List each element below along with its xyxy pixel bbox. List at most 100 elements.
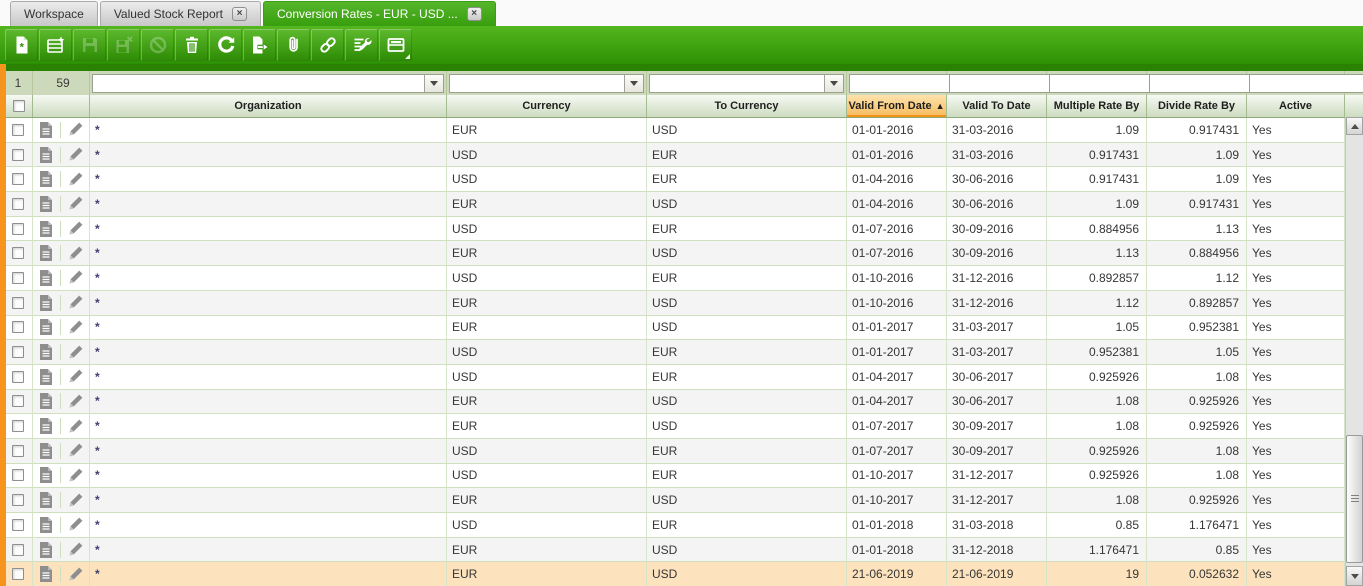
table-row[interactable]: * EUR USD 01-10-2016 31-12-2016 1.12 0.8… — [0, 290, 1363, 316]
table-row[interactable]: * USD EUR 01-01-2016 31-03-2016 0.917431… — [0, 142, 1363, 168]
row-checkbox[interactable] — [11, 444, 24, 457]
column-header-organization[interactable]: Organization — [90, 95, 447, 117]
delete-button[interactable] — [175, 29, 208, 61]
refresh-button[interactable] — [209, 29, 242, 61]
new-row-button[interactable] — [39, 29, 72, 61]
edit-pencil-icon[interactable] — [67, 368, 84, 385]
edit-pencil-icon[interactable] — [67, 516, 84, 533]
edit-pencil-icon[interactable] — [67, 418, 84, 435]
open-record-icon[interactable] — [38, 220, 54, 238]
column-header-active[interactable]: Active — [1247, 95, 1345, 117]
open-record-icon[interactable] — [38, 170, 54, 188]
table-row[interactable]: * USD EUR 01-10-2016 31-12-2016 0.892857… — [0, 266, 1363, 291]
column-header-valid-from-date[interactable]: Valid From Date ▲ — [847, 95, 947, 117]
row-checkbox[interactable] — [11, 247, 24, 260]
edit-pencil-icon[interactable] — [67, 442, 84, 459]
open-record-icon[interactable] — [38, 146, 54, 164]
open-record-icon[interactable] — [38, 442, 54, 460]
edit-pencil-icon[interactable] — [67, 220, 84, 237]
scroll-up-button[interactable] — [1346, 117, 1363, 135]
column-header-currency[interactable]: Currency — [447, 95, 647, 117]
edit-pencil-icon[interactable] — [67, 269, 84, 286]
open-record-icon[interactable] — [38, 466, 54, 484]
table-row[interactable]: * USD EUR 01-10-2017 31-12-2017 0.925926… — [0, 463, 1363, 489]
row-checkbox[interactable] — [11, 197, 24, 210]
column-header-multiple-rate-by[interactable]: Multiple Rate By — [1047, 95, 1147, 117]
open-record-icon[interactable] — [38, 368, 54, 386]
table-row[interactable]: * USD EUR 01-01-2018 31-03-2018 0.85 1.1… — [0, 513, 1363, 538]
row-checkbox[interactable] — [11, 395, 24, 408]
table-row[interactable]: * EUR USD 01-01-2016 31-03-2016 1.09 0.9… — [0, 118, 1363, 143]
row-checkbox[interactable] — [11, 518, 24, 531]
dropdown-button[interactable] — [424, 74, 443, 92]
open-record-icon[interactable] — [38, 565, 54, 583]
link-button[interactable] — [311, 29, 344, 61]
row-checkbox[interactable] — [11, 370, 24, 383]
row-checkbox[interactable] — [11, 296, 24, 309]
row-checkbox[interactable] — [11, 123, 24, 136]
open-record-icon[interactable] — [38, 343, 54, 361]
open-record-icon[interactable] — [38, 269, 54, 287]
edit-pencil-icon[interactable] — [67, 294, 84, 311]
edit-pencil-icon[interactable] — [67, 245, 84, 262]
table-row[interactable]: * EUR USD 01-01-2017 31-03-2017 1.05 0.9… — [0, 315, 1363, 341]
table-row[interactable]: * EUR USD 01-04-2017 30-06-2017 1.08 0.9… — [0, 389, 1363, 415]
table-row[interactable]: * USD EUR 01-07-2017 30-09-2017 0.925926… — [0, 438, 1363, 464]
column-header-valid-to-date[interactable]: Valid To Date — [947, 95, 1047, 117]
open-record-icon[interactable] — [38, 294, 54, 312]
open-record-icon[interactable] — [38, 195, 54, 213]
edit-pencil-icon[interactable] — [67, 467, 84, 484]
row-checkbox[interactable] — [11, 271, 24, 284]
organization-filter-input[interactable] — [93, 74, 424, 92]
row-checkbox[interactable] — [11, 543, 24, 556]
row-checkbox[interactable] — [11, 148, 24, 161]
row-checkbox[interactable] — [11, 346, 24, 359]
open-record-icon[interactable] — [38, 541, 54, 559]
open-record-icon[interactable] — [38, 392, 54, 410]
open-record-icon[interactable] — [38, 491, 54, 509]
table-row[interactable]: * USD EUR 01-04-2016 30-06-2016 0.917431… — [0, 167, 1363, 193]
edit-pencil-icon[interactable] — [67, 344, 84, 361]
select-all-checkbox[interactable] — [13, 100, 25, 112]
open-record-icon[interactable] — [38, 516, 54, 534]
table-row[interactable]: * EUR USD 01-04-2016 30-06-2016 1.09 0.9… — [0, 192, 1363, 217]
table-row[interactable]: * EUR USD 01-07-2016 30-09-2016 1.13 0.8… — [0, 241, 1363, 267]
row-checkbox[interactable] — [11, 321, 24, 334]
currency-filter-input[interactable] — [450, 74, 624, 92]
column-header-to-currency[interactable]: To Currency — [647, 95, 847, 117]
form-view-button[interactable] — [379, 29, 412, 61]
new-document-button[interactable]: * — [5, 29, 38, 61]
row-checkbox[interactable] — [11, 222, 24, 235]
dropdown-button[interactable] — [624, 74, 643, 92]
scroll-down-button[interactable] — [1346, 566, 1363, 586]
open-record-icon[interactable] — [38, 417, 54, 435]
vertical-scrollbar[interactable] — [1345, 117, 1363, 586]
open-record-icon[interactable] — [38, 121, 54, 139]
row-checkbox[interactable] — [11, 568, 24, 581]
table-row[interactable]: * EUR USD 01-10-2017 31-12-2017 1.08 0.9… — [0, 488, 1363, 513]
edit-pencil-icon[interactable] — [67, 195, 84, 212]
table-row[interactable]: * USD EUR 01-01-2017 31-03-2017 0.952381… — [0, 340, 1363, 365]
tab-conversion-rates[interactable]: Conversion Rates - EUR - USD ... × — [262, 1, 496, 26]
row-checkbox[interactable] — [11, 420, 24, 433]
open-record-icon[interactable] — [38, 244, 54, 262]
edit-pencil-icon[interactable] — [67, 393, 84, 410]
table-row[interactable]: * EUR USD 21-06-2019 21-06-2019 19 0.052… — [0, 562, 1363, 586]
edit-pencil-icon[interactable] — [67, 171, 84, 188]
close-icon[interactable]: × — [231, 7, 247, 21]
edit-pencil-icon[interactable] — [67, 146, 84, 163]
row-checkbox[interactable] — [11, 469, 24, 482]
grid-settings-button[interactable] — [345, 29, 378, 61]
edit-pencil-icon[interactable] — [67, 541, 84, 558]
open-record-icon[interactable] — [38, 318, 54, 336]
row-checkbox[interactable] — [11, 173, 24, 186]
close-icon[interactable]: × — [466, 7, 482, 21]
row-checkbox[interactable] — [11, 494, 24, 507]
column-header-divide-rate-by[interactable]: Divide Rate By — [1147, 95, 1247, 117]
tab-valued-stock-report[interactable]: Valued Stock Report × — [99, 1, 261, 26]
table-row[interactable]: * EUR USD 01-07-2017 30-09-2017 1.08 0.9… — [0, 414, 1363, 439]
attachment-button[interactable] — [277, 29, 310, 61]
dropdown-button[interactable] — [824, 74, 843, 92]
tab-workspace[interactable]: Workspace — [10, 1, 98, 26]
table-row[interactable]: * USD EUR 01-04-2017 30-06-2017 0.925926… — [0, 364, 1363, 390]
